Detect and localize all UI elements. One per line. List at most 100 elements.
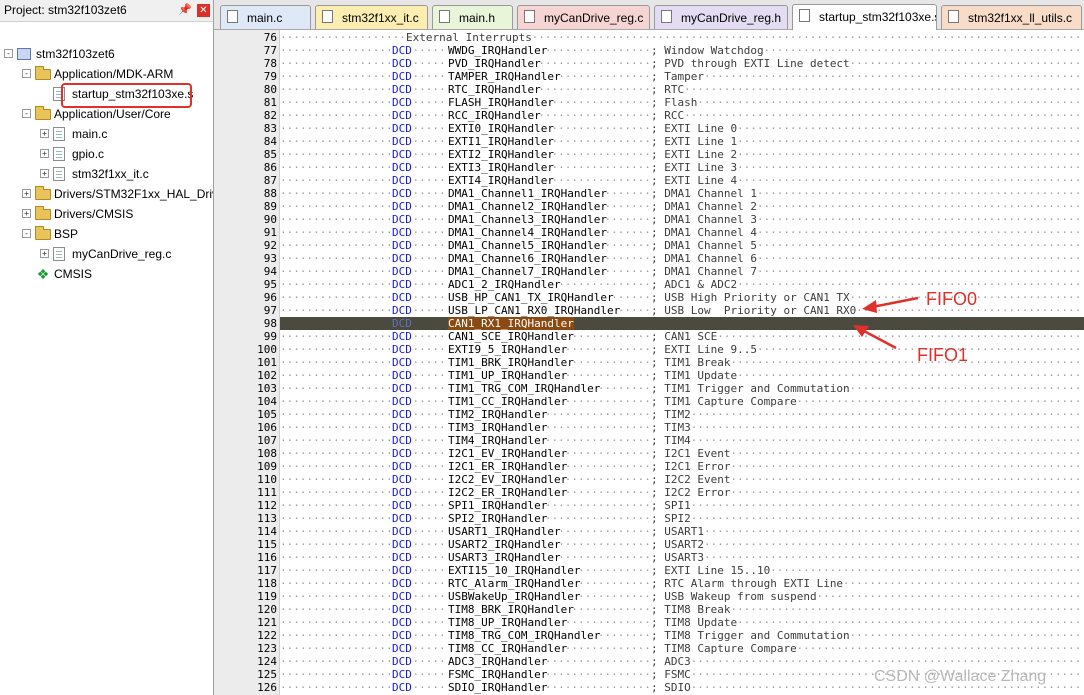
handler-name: EXTI15_10_IRQHandler — [448, 564, 581, 577]
comment-text: TIM8 Update — [664, 616, 738, 629]
line-number: 123 — [257, 642, 277, 655]
directive-keyword: DCD — [392, 629, 412, 642]
comment-text: Tamper — [664, 70, 704, 83]
code-line: ········································… — [214, 369, 1084, 382]
line-number: 115 — [257, 538, 277, 551]
collapse-icon[interactable]: - — [22, 69, 31, 78]
directive-keyword: DCD — [392, 148, 412, 161]
line-comment: ; Flash — [651, 96, 698, 109]
handler-name: I2C2_EV_IRQHandler — [448, 473, 568, 486]
handler-name: TIM8_UP_IRQHandler — [448, 616, 568, 629]
code-line: ········································… — [214, 551, 1084, 564]
tab-label: stm32f1xx_ll_utils.c — [968, 11, 1073, 25]
line-comment: ; TIM1 Capture Compare — [651, 395, 797, 408]
pin-icon[interactable]: 📌 — [178, 4, 192, 16]
comment-text: TIM8 Capture Compare — [664, 642, 797, 655]
handler-name: USART1_IRQHandler — [448, 525, 561, 538]
collapse-icon[interactable]: - — [22, 109, 31, 118]
expand-icon[interactable]: + — [22, 209, 31, 218]
collapse-icon[interactable]: - — [22, 229, 31, 238]
line-comment: ; I2C2 Error — [651, 486, 731, 499]
collapse-icon[interactable]: - — [4, 49, 13, 58]
comment-text: TIM1 Update — [664, 369, 738, 382]
line-number: 77 — [263, 44, 277, 57]
comment-text: PVD through EXTI Line detect — [664, 57, 850, 70]
line-number: 103 — [257, 382, 277, 395]
tab-startup-stm32f103xe-s[interactable]: startup_stm32f103xe.s — [792, 4, 937, 30]
comment-text: EXTI Line 9..5 — [664, 343, 757, 356]
file-icon — [799, 9, 810, 22]
handler-name: TIM1_CC_IRQHandler — [448, 395, 568, 408]
handler-name: EXTI9_5_IRQHandler — [448, 343, 568, 356]
comment-text: TIM2 — [664, 408, 691, 421]
code-line: ········································… — [214, 265, 1084, 278]
handler-name: EXTI0_IRQHandler — [448, 122, 554, 135]
handler-name: RCC_IRQHandler — [448, 109, 541, 122]
code-line: ········································… — [214, 83, 1084, 96]
handler-name: SPI1_IRQHandler — [448, 499, 548, 512]
expand-icon[interactable]: + — [40, 129, 49, 138]
line-number: 116 — [257, 551, 277, 564]
directive-keyword: DCD — [392, 382, 412, 395]
line-number: 84 — [263, 135, 277, 148]
directive-keyword: DCD — [392, 408, 412, 421]
line-comment: ; USART3 — [651, 551, 704, 564]
tree-item[interactable]: ❖ CMSIS — [0, 264, 213, 284]
tab-main-h[interactable]: main.h — [432, 5, 513, 29]
tree-item[interactable]: - Application/MDK-ARM — [0, 64, 213, 84]
line-comment: ; USB Low Priority or CAN1 RX0 — [651, 304, 857, 317]
directive-keyword: DCD — [392, 70, 412, 83]
comment-text: I2C2 Event — [664, 473, 731, 486]
code-line: ········································… — [214, 499, 1084, 512]
tab-stm32f1xx-it-c[interactable]: stm32f1xx_it.c — [315, 5, 428, 29]
tree-item[interactable]: + main.c — [0, 124, 213, 144]
tree-item[interactable]: + gpio.c — [0, 144, 213, 164]
expand-icon[interactable]: + — [22, 189, 31, 198]
file-icon — [227, 10, 238, 23]
line-number: 80 — [263, 83, 277, 96]
line-comment: ; FSMC — [651, 668, 691, 681]
expand-icon[interactable]: + — [40, 169, 49, 178]
file-icon — [439, 10, 450, 23]
comment-text: EXTI Line 0 — [664, 122, 738, 135]
line-number: 105 — [257, 408, 277, 421]
line-number: 122 — [257, 629, 277, 642]
close-icon[interactable]: ✕ — [197, 4, 210, 17]
tree-item[interactable]: + Drivers/CMSIS — [0, 204, 213, 224]
handler-name: TIM1_TRG_COM_IRQHandler — [448, 382, 601, 395]
comment-text: USART1 — [664, 525, 704, 538]
expand-icon[interactable]: + — [40, 249, 49, 258]
code-line: ········································… — [214, 135, 1084, 148]
line-comment: ; SPI2 — [651, 512, 691, 525]
directive-keyword: DCD — [392, 226, 412, 239]
tree-item[interactable]: + Drivers/STM32F1xx_HAL_Driver — [0, 184, 213, 204]
expand-icon[interactable]: + — [40, 149, 49, 158]
tree-item-label: Application/MDK-ARM — [54, 67, 174, 81]
directive-keyword: DCD — [392, 96, 412, 109]
handler-name: FLASH_IRQHandler — [448, 96, 554, 109]
folder-icon — [35, 186, 51, 200]
line-comment: ; USB Wakeup from suspend — [651, 590, 817, 603]
code-line: ········································… — [214, 603, 1084, 616]
tab-mycandrive-reg-c[interactable]: myCanDrive_reg.c — [517, 5, 650, 29]
tab-label: stm32f1xx_it.c — [342, 11, 419, 25]
tree-item[interactable]: + myCanDrive_reg.c — [0, 244, 213, 264]
tree-item[interactable]: - stm32f103zet6 — [0, 44, 213, 64]
tab-mycandrive-reg-h[interactable]: myCanDrive_reg.h — [654, 5, 788, 29]
tree-item-label: main.c — [72, 127, 108, 141]
line-number: 90 — [263, 213, 277, 226]
line-comment: ; SPI1 — [651, 499, 691, 512]
directive-keyword: DCD — [392, 200, 412, 213]
tab-stm32f1xx-ll-utils-c[interactable]: stm32f1xx_ll_utils.c — [941, 5, 1082, 29]
tab-main-c[interactable]: main.c — [220, 5, 311, 29]
line-comment: ; DMA1 Channel 1 — [651, 187, 757, 200]
directive-keyword: DCD — [392, 252, 412, 265]
line-comment: ; TIM2 — [651, 408, 691, 421]
tree-item[interactable]: + stm32f1xx_it.c — [0, 164, 213, 184]
line-number: 120 — [257, 603, 277, 616]
tree-item[interactable]: - BSP — [0, 224, 213, 244]
handler-name: CAN1_RX1_IRQHandler — [448, 317, 574, 330]
code-line: ········································… — [214, 174, 1084, 187]
handler-name: USART3_IRQHandler — [448, 551, 561, 564]
handler-name: TIM8_CC_IRQHandler — [448, 642, 568, 655]
